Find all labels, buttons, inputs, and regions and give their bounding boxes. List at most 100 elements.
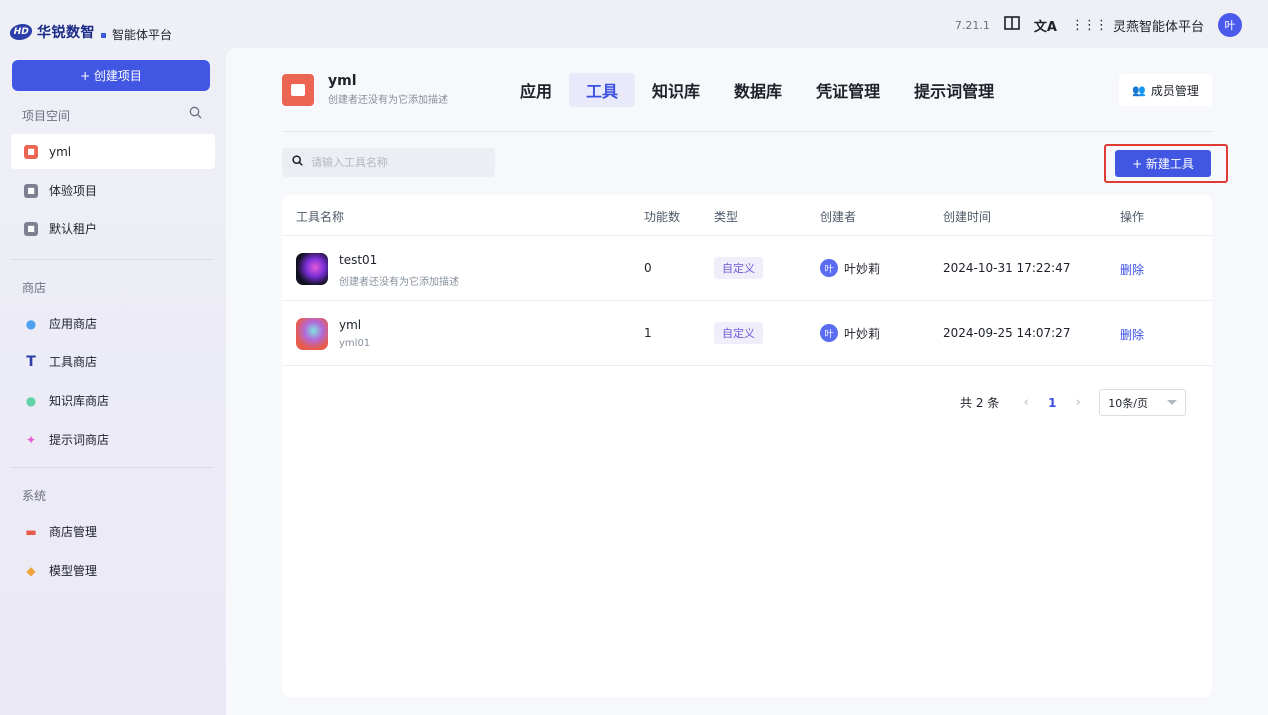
tool-creator: 叶 叶妙莉 (820, 259, 880, 277)
project-header: yml 创建者还没有为它添加描述 (282, 73, 448, 106)
logo-mark-icon: HD (8, 23, 34, 40)
top-bar: HD 华锐数智 智能体平台 7.21.1 文A ⋮⋮⋮ 灵燕智能体平台 叶 (0, 0, 1268, 50)
platform-switcher[interactable]: ⋮⋮⋮ 灵燕智能体平台 (1071, 16, 1204, 35)
project-folder-icon: ■ (24, 221, 38, 236)
main-panel: yml 创建者还没有为它添加描述 应用 工具 知识库 数据库 凭证管理 提示词管… (226, 48, 1268, 715)
new-tool-button[interactable]: + 新建工具 (1115, 150, 1211, 177)
sidebar-item-tool-store[interactable]: T 工具商店 (11, 344, 215, 379)
column-header-actions: 操作 (1120, 210, 1145, 224)
members-icon: 👥 (1132, 83, 1146, 97)
tool-creator: 叶 叶妙莉 (820, 324, 880, 342)
page-size-value: 10条/页 (1108, 396, 1148, 410)
tool-thumbnail (296, 253, 328, 285)
brand-subtitle: 智能体平台 (112, 28, 173, 42)
user-avatar[interactable]: 叶 (1218, 13, 1242, 37)
creator-avatar: 叶 (820, 259, 838, 277)
member-management-label: 成员管理 (1150, 83, 1199, 98)
sidebar-item-app-store[interactable]: ● 应用商店 (11, 306, 215, 341)
project-space-label: 项目空间 (22, 109, 71, 123)
tool-search (282, 148, 495, 177)
search-input[interactable] (311, 156, 481, 169)
chevron-left-icon[interactable]: ‹ (1011, 395, 1041, 410)
creator-avatar: 叶 (820, 324, 838, 342)
apps-grid-icon: ⋮⋮⋮ (1070, 17, 1108, 33)
header-divider (282, 131, 1212, 132)
tool-thumbnail (296, 318, 328, 350)
shop-icon: ▬ (25, 524, 37, 539)
store-section-label: 商店 (22, 281, 47, 295)
chevron-right-icon[interactable]: › (1063, 395, 1093, 410)
tool-name: yml (339, 318, 362, 332)
tool-function-count: 0 (644, 261, 652, 275)
create-project-button[interactable]: + 创建项目 (12, 60, 210, 91)
tool-description: yml01 (339, 338, 371, 349)
robot-icon: ● (25, 316, 37, 331)
column-header-type: 类型 (714, 210, 739, 224)
project-search-icon[interactable] (189, 106, 202, 123)
project-folder-icon: ■ (24, 183, 38, 198)
caret-down-icon (1167, 400, 1178, 405)
table-row[interactable]: yml yml01 1 自定义 叶 叶妙莉 2024-09-25 14:07:2… (282, 301, 1212, 366)
tab-database[interactable]: 数据库 (717, 73, 799, 107)
sidebar-divider (11, 259, 213, 260)
tab-credentials[interactable]: 凭证管理 (799, 73, 897, 107)
page-size-select[interactable]: 10条/页 (1099, 389, 1187, 416)
tools-table: 工具名称 功能数 类型 创建者 创建时间 操作 test01 创建者还没有为它添… (282, 195, 1212, 697)
column-header-name: 工具名称 (296, 210, 345, 224)
cube-icon: ◆ (26, 563, 36, 578)
page-number-current[interactable]: 1 (1041, 396, 1063, 410)
table-header: 工具名称 功能数 类型 创建者 创建时间 操作 (282, 195, 1212, 236)
tab-apps[interactable]: 应用 (503, 73, 569, 107)
table-row[interactable]: test01 创建者还没有为它添加描述 0 自定义 叶 叶妙莉 2024-10-… (282, 236, 1212, 301)
sidebar-item-label: 商店管理 (49, 525, 98, 539)
version-label: 7.21.1 (954, 18, 990, 32)
pagination-total: 共 2 条 (960, 396, 1000, 410)
sidebar-item-label: 体验项目 (49, 184, 98, 198)
tool-type-tag: 自定义 (714, 257, 763, 279)
creator-name: 叶妙莉 (844, 326, 881, 341)
sidebar-item-project-yml[interactable]: ■ yml (11, 134, 215, 169)
project-name: yml (328, 73, 357, 89)
docs-book-icon[interactable] (1004, 16, 1020, 34)
tool-function-count: 1 (644, 326, 652, 340)
column-header-count: 功能数 (644, 210, 681, 224)
sidebar-item-label: 默认租户 (49, 222, 98, 236)
sidebar-item-label: 知识库商店 (49, 394, 110, 408)
language-translate-icon[interactable]: 文A (1034, 16, 1057, 35)
top-right-tools: 7.21.1 文A ⋮⋮⋮ 灵燕智能体平台 叶 (955, 13, 1242, 37)
member-management-button[interactable]: 👥 成员管理 (1119, 74, 1212, 106)
tab-knowledge-base[interactable]: 知识库 (635, 73, 717, 107)
delete-link[interactable]: 删除 (1120, 261, 1144, 278)
tab-prompts[interactable]: 提示词管理 (897, 73, 1011, 107)
new-tool-highlight: + 新建工具 (1104, 144, 1228, 183)
sidebar-item-prompt-store[interactable]: ✦ 提示词商店 (11, 422, 215, 457)
sidebar-item-store-management[interactable]: ▬ 商店管理 (11, 514, 215, 549)
sidebar-item-label: 模型管理 (49, 564, 98, 578)
search-icon (292, 155, 303, 170)
column-header-created: 创建时间 (943, 210, 992, 224)
sparkle-icon: ✦ (25, 432, 37, 447)
sidebar-item-label: 应用商店 (49, 317, 98, 331)
sidebar-item-label: 工具商店 (49, 355, 98, 369)
tool-type-tag: 自定义 (714, 322, 763, 344)
tool-created-time: 2024-10-31 17:22:47 (943, 261, 1071, 275)
tool-name: test01 (339, 253, 378, 267)
logo[interactable]: HD 华锐数智 智能体平台 (8, 20, 173, 43)
project-folder-icon: ■ (24, 144, 38, 159)
pagination: 共 2 条 ‹ 1 › 10条/页 (960, 389, 1187, 416)
delete-link[interactable]: 删除 (1120, 326, 1144, 343)
sidebar-item-project-trial[interactable]: ■ 体验项目 (11, 173, 215, 208)
sidebar: + 创建项目 项目空间 ■ yml ■ 体验项目 ■ 默认租户 商店 ● 应用商… (0, 50, 226, 715)
sidebar-item-project-default[interactable]: ■ 默认租户 (11, 211, 215, 246)
brand-name: 华锐数智 (37, 24, 95, 41)
project-folder-icon (282, 73, 314, 106)
tool-icon: T (26, 353, 36, 370)
platform-name: 灵燕智能体平台 (1112, 19, 1204, 35)
system-section-label: 系统 (22, 489, 47, 503)
tab-tools[interactable]: 工具 (569, 73, 636, 107)
project-tabs: 应用 工具 知识库 数据库 凭证管理 提示词管理 (503, 73, 1011, 107)
sidebar-item-model-management[interactable]: ◆ 模型管理 (11, 553, 215, 588)
sidebar-item-knowledge-store[interactable]: ● 知识库商店 (11, 383, 215, 418)
tool-description: 创建者还没有为它添加描述 (339, 277, 459, 288)
database-icon: ● (25, 393, 37, 408)
